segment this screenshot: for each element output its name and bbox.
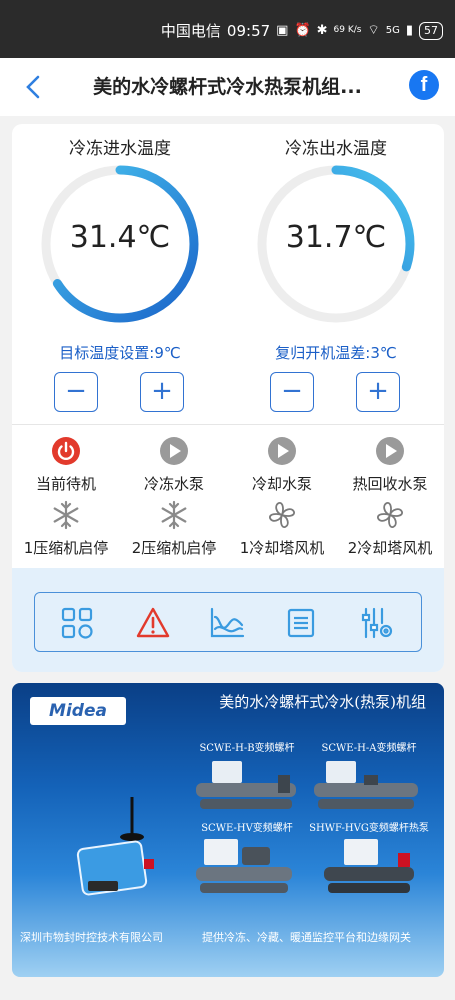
play-icon bbox=[160, 437, 188, 465]
product-scwe-hv: SCWE-HV变频螺杆 bbox=[182, 823, 312, 893]
product-shwf-hvg: SHWF-HVG变频螺杆热泵 bbox=[304, 823, 434, 893]
increase-button[interactable]: + bbox=[356, 372, 400, 412]
fan-icon bbox=[269, 502, 295, 528]
status-cooling-pump[interactable]: 冷却水泵 bbox=[228, 436, 336, 494]
status-label: 冷冻水泵 bbox=[143, 475, 204, 493]
nfc-icon: ▣ bbox=[276, 23, 289, 38]
gauge-value: 31.4℃ bbox=[69, 220, 171, 255]
play-icon bbox=[268, 437, 296, 465]
restart-diff-setting[interactable]: 复归开机温差:3℃ bbox=[228, 342, 444, 363]
chart-icon[interactable] bbox=[207, 603, 247, 643]
target-temp-setting[interactable]: 目标温度设置:9℃ bbox=[12, 342, 228, 363]
divider bbox=[12, 424, 444, 425]
status-compressor-2[interactable]: 2压缩机启停 bbox=[120, 500, 228, 558]
signal-icon: ▮ bbox=[405, 23, 413, 38]
gauge-inlet: 冷冻进水温度 31.4℃ 目标温度设置:9℃ − + bbox=[12, 124, 228, 424]
power-icon bbox=[52, 437, 80, 465]
battery-indicator: 57 bbox=[419, 21, 443, 40]
gauge-value: 31.7℃ bbox=[285, 220, 387, 255]
toolbar bbox=[34, 592, 422, 652]
gauge-label: 冷冻进水温度 bbox=[69, 139, 171, 159]
clock: 09:57 bbox=[226, 21, 271, 40]
increase-button[interactable]: + bbox=[140, 372, 184, 412]
gauge-label: 冷冻出水温度 bbox=[285, 139, 387, 159]
settings-sliders-icon[interactable] bbox=[357, 603, 397, 643]
banner-title: 美的水冷螺杆式冷水(热泵)机组 bbox=[219, 693, 426, 711]
product-banner[interactable]: Midea 美的水冷螺杆式冷水(热泵)机组 SCWE-H-B变频螺杆 SCWE-… bbox=[12, 683, 444, 977]
list-icon[interactable] bbox=[281, 603, 321, 643]
status-chilled-pump[interactable]: 冷冻水泵 bbox=[120, 436, 228, 494]
status-label: 2冷却塔风机 bbox=[347, 539, 433, 557]
alarm-clock-icon: ⏰ bbox=[294, 23, 311, 38]
product-scwe-h-b: SCWE-H-B变频螺杆 bbox=[182, 743, 312, 813]
device-card: 冷冻进水温度 31.4℃ 目标温度设置:9℃ − + 冷冻出水温度 31.7℃ … bbox=[12, 124, 444, 672]
carrier-label: 中国电信 bbox=[160, 22, 221, 40]
page-title: 美的水冷螺杆式冷水热泵机组... bbox=[93, 76, 362, 98]
decrease-button[interactable]: − bbox=[270, 372, 314, 412]
status-label: 2压缩机启停 bbox=[131, 539, 217, 557]
midea-logo: Midea bbox=[30, 697, 126, 725]
snowflake-icon bbox=[161, 500, 187, 530]
gauge-outlet: 冷冻出水温度 31.7℃ 复归开机温差:3℃ − + bbox=[228, 124, 444, 424]
status-standby[interactable]: 当前待机 bbox=[12, 436, 120, 494]
decrease-button[interactable]: − bbox=[54, 372, 98, 412]
status-heat-recovery-pump[interactable]: 热回收水泵 bbox=[336, 436, 444, 494]
fan-icon bbox=[377, 502, 403, 528]
status-tower-fan-1[interactable]: 1冷却塔风机 bbox=[228, 500, 336, 558]
gateway-device-image bbox=[76, 797, 154, 896]
banner-slogan: 提供冷冻、冷藏、暖通监控平台和边缘网关 bbox=[202, 931, 411, 944]
net-speed: 69 K/s bbox=[333, 25, 362, 35]
status-label: 1压缩机启停 bbox=[23, 539, 109, 557]
snowflake-icon bbox=[53, 500, 79, 530]
back-button[interactable] bbox=[20, 72, 46, 102]
chevron-left-icon bbox=[26, 75, 40, 99]
status-label: 热回收水泵 bbox=[352, 475, 428, 493]
tool-area bbox=[12, 568, 444, 672]
alarm-icon[interactable] bbox=[133, 603, 173, 643]
facebook-icon[interactable]: f bbox=[409, 70, 439, 100]
status-tower-fan-2[interactable]: 2冷却塔风机 bbox=[336, 500, 444, 558]
status-label: 1冷却塔风机 bbox=[239, 539, 325, 557]
product-scwe-h-a: SCWE-H-A变频螺杆 bbox=[304, 743, 434, 813]
wifi-icon: ⌔ bbox=[367, 23, 380, 38]
status-label: 冷却水泵 bbox=[251, 475, 312, 493]
play-icon bbox=[376, 437, 404, 465]
banner-company: 深圳市物封时控技术有限公司 bbox=[20, 931, 163, 944]
bluetooth-icon: ✱ bbox=[316, 23, 328, 38]
status-bar: 中国电信 09:57 ▣ ⏰ ✱ 69 K/s ⌔ 5G ▮ 57 bbox=[0, 0, 455, 58]
signal-label: 5G bbox=[385, 25, 400, 36]
grid-icon[interactable] bbox=[57, 603, 97, 643]
status-compressor-1[interactable]: 1压缩机启停 bbox=[12, 500, 120, 558]
app-header: 美的水冷螺杆式冷水热泵机组... bbox=[0, 58, 455, 116]
status-label: 当前待机 bbox=[35, 475, 96, 493]
